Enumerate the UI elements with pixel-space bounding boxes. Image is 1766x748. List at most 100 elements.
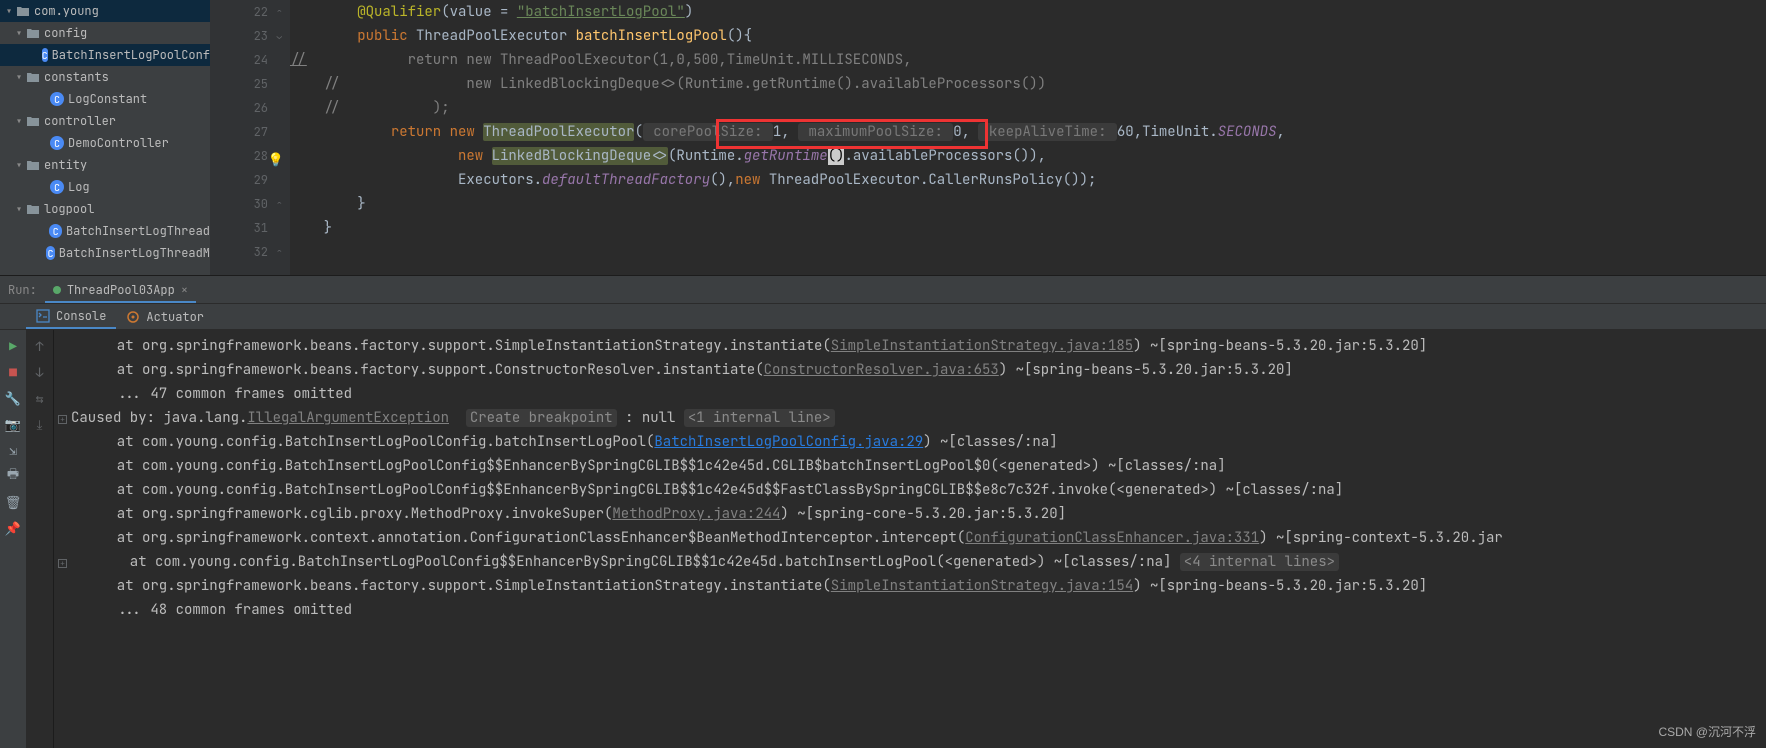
tree-item[interactable]: C Log	[0, 176, 210, 198]
export-icon[interactable]: ⇲	[4, 440, 22, 460]
line-number: 24	[254, 52, 268, 68]
class-icon: C	[50, 136, 64, 150]
console-icon	[36, 309, 50, 323]
hint-keepalive: keepAliveTime:	[978, 123, 1116, 141]
stack-link[interactable]: SimpleInstantiationStrategy.java:185	[831, 337, 1133, 355]
tree-item[interactable]: C LogConstant	[0, 88, 210, 110]
run-status-icon	[53, 286, 61, 294]
console-line: at com.young.config.BatchInsertLogPoolCo…	[58, 454, 1756, 478]
console-line: + at com.young.config.BatchInsertLogPool…	[58, 550, 1756, 574]
line-number: 28	[254, 148, 268, 164]
close-icon[interactable]: ×	[181, 282, 188, 298]
pin-icon[interactable]: 📌	[4, 518, 22, 538]
class-icon: C	[50, 180, 64, 194]
tree-item[interactable]: C BatchInsertLogThreadM	[0, 242, 210, 264]
run-toolbar-left: ▶ ■ 🔧 📷 ⇲ 🖶 🗑 📌	[0, 330, 26, 748]
internal-lines-hint: <4 internal lines>	[1180, 553, 1339, 571]
tree-item[interactable]: CBatchInsertLogThread	[0, 220, 210, 242]
class-ref: ThreadPoolExecutor	[483, 123, 634, 141]
folder-icon	[26, 114, 40, 128]
tree-item[interactable]: ▾logpool	[0, 198, 210, 220]
tree-item[interactable]: ▾entity	[0, 154, 210, 176]
stop-icon[interactable]: ■	[4, 362, 22, 382]
tree-item[interactable]: CBatchInsertLogPoolConf	[0, 44, 210, 66]
tree-item[interactable]: ▾com.young	[0, 0, 210, 22]
exception-link[interactable]: IllegalArgumentException	[247, 409, 449, 427]
fold-icon[interactable]: ⌃	[277, 240, 282, 264]
tree-item[interactable]: C DemoController	[0, 132, 210, 154]
tab-console[interactable]: Console	[26, 304, 116, 329]
camera-icon[interactable]: 📷	[4, 414, 22, 434]
hint-maxpoolsize: maximumPoolSize:	[798, 123, 953, 141]
line-number: 26	[254, 100, 268, 116]
expand-icon[interactable]: +	[58, 559, 67, 568]
code-area[interactable]: @Qualifier(value = "batchInsertLogPool")…	[290, 0, 1766, 275]
console-line: ... 47 common frames omitted	[58, 382, 1756, 406]
stack-link[interactable]: SimpleInstantiationStrategy.java:154	[831, 577, 1133, 595]
stack-link[interactable]: ConfigurationClassEnhancer.java:331	[965, 529, 1259, 547]
stack-link[interactable]: BatchInsertLogPoolConfig.java:29	[654, 433, 923, 451]
line-number: 25	[254, 76, 268, 92]
console-line: at org.springframework.context.annotatio…	[58, 526, 1756, 550]
line-number: 31	[254, 220, 268, 236]
console-output[interactable]: at org.springframework.beans.factory.sup…	[54, 330, 1766, 748]
line-number: 32	[254, 244, 268, 260]
class-icon: C	[46, 246, 55, 260]
stack-link[interactable]: ConstructorResolver.java:653	[764, 361, 999, 379]
tree-item-label: BatchInsertLogThread	[66, 223, 210, 239]
folder-icon	[26, 26, 40, 40]
tree-item-label: entity	[44, 157, 87, 173]
editor-gutter: 22⌃ 23⌄ 24 25 26 27 28💡 29 30⌃ 31 32⌃	[210, 0, 290, 275]
folder-icon	[26, 202, 40, 216]
console-line: at com.young.config.BatchInsertLogPoolCo…	[58, 478, 1756, 502]
console-tabs: Console Actuator	[0, 304, 1766, 330]
console-line: at org.springframework.beans.factory.sup…	[58, 358, 1756, 382]
line-number: 23	[254, 28, 268, 44]
tree-item-label: config	[44, 25, 87, 41]
stack-link[interactable]: MethodProxy.java:244	[612, 505, 780, 523]
line-number: 30	[254, 196, 268, 212]
tree-item[interactable]: ▾constants	[0, 66, 210, 88]
folder-icon	[26, 158, 40, 172]
rerun-icon[interactable]: ▶	[4, 336, 22, 356]
up-icon[interactable]: ↑	[31, 336, 49, 356]
console-line: ... 48 common frames omitted	[58, 598, 1756, 622]
project-tree[interactable]: ▾com.young▾configCBatchInsertLogPoolConf…	[0, 0, 210, 275]
expand-icon[interactable]: +	[58, 415, 67, 424]
internal-lines-hint: <1 internal line>	[684, 409, 835, 427]
print-icon[interactable]: 🖶	[4, 466, 22, 486]
fold-icon[interactable]: ⌄	[277, 24, 282, 48]
fold-icon[interactable]: ⌃	[277, 192, 282, 216]
tree-item-label: BatchInsertLogPoolConf	[52, 47, 210, 63]
down-icon[interactable]: ↓	[31, 362, 49, 382]
run-tabs: Run: ThreadPool03App ×	[0, 276, 1766, 304]
line-number: 27	[254, 124, 268, 140]
tree-item-label: BatchInsertLogThreadM	[59, 245, 210, 261]
tree-item[interactable]: ▾controller	[0, 110, 210, 132]
tree-item-label: constants	[44, 69, 109, 85]
tree-item[interactable]: ▾config	[0, 22, 210, 44]
annotation: @Qualifier	[357, 3, 441, 21]
line-number: 22	[254, 4, 268, 20]
console-line: at org.springframework.cglib.proxy.Metho…	[58, 502, 1756, 526]
wrap-icon[interactable]: ⇆	[31, 388, 49, 408]
create-breakpoint-hint[interactable]: Create breakpoint	[466, 409, 617, 427]
tab-actuator[interactable]: Actuator	[116, 304, 214, 329]
console-line: at com.young.config.BatchInsertLogPoolCo…	[58, 430, 1756, 454]
console-toolbar: ↑ ↓ ⇆ ⤓	[26, 330, 54, 748]
actuator-icon	[126, 310, 140, 324]
fold-icon[interactable]: ⌃	[277, 0, 282, 24]
tree-item-label: DemoController	[68, 135, 169, 151]
tree-item-label: LogConstant	[68, 91, 147, 107]
tool-wrench-icon[interactable]: 🔧	[4, 388, 22, 408]
code-editor[interactable]: 22⌃ 23⌄ 24 25 26 27 28💡 29 30⌃ 31 32⌃ @Q…	[210, 0, 1766, 275]
tree-item-label: Log	[68, 179, 90, 195]
scroll-icon[interactable]: ⤓	[31, 414, 49, 434]
watermark: CSDN @沉河不浮	[1658, 723, 1756, 740]
hint-corepoolsize: corePoolSize:	[643, 123, 773, 141]
delete-icon[interactable]: 🗑	[4, 492, 22, 512]
folder-icon	[16, 4, 30, 18]
run-config-tab[interactable]: ThreadPool03App ×	[45, 276, 196, 303]
class-icon: C	[50, 92, 64, 106]
tree-item-label: logpool	[44, 201, 94, 217]
